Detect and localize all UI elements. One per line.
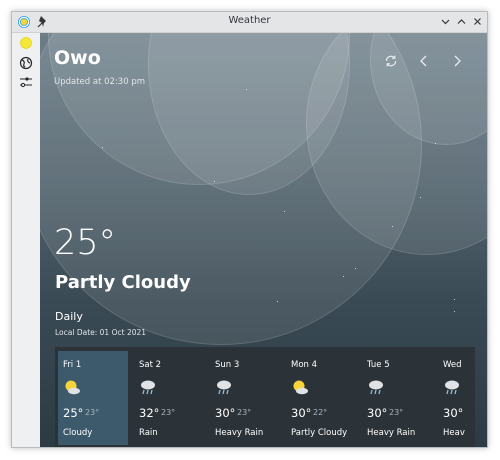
background-star <box>420 197 421 198</box>
day-description: Rain <box>139 428 158 438</box>
rain-cloud-icon <box>445 380 459 395</box>
background-star <box>284 211 285 212</box>
sidebar-forecast-sun-icon[interactable] <box>19 36 33 50</box>
background-star <box>435 143 436 144</box>
background-star <box>454 311 455 312</box>
day-description: Heav <box>443 428 465 438</box>
day-name: Sun 3 <box>215 360 240 370</box>
day-high-temp: 32° <box>139 406 160 420</box>
day-low-temp: 23° <box>237 408 252 417</box>
day-high-temp: 30° <box>291 406 312 420</box>
day-card[interactable]: Mon 4 30° 22° Partly Cloudy <box>286 351 356 445</box>
day-description: Partly Cloudy <box>291 428 348 438</box>
sidebar <box>12 33 41 447</box>
daily-section-label: Daily <box>55 310 83 323</box>
background-star <box>343 276 344 277</box>
close-button[interactable] <box>472 16 483 27</box>
background-star <box>277 301 278 302</box>
day-low-temp: 23° <box>85 408 100 417</box>
day-description: Cloudy <box>63 428 93 438</box>
refresh-button[interactable] <box>383 53 399 69</box>
current-condition: Partly Cloudy <box>55 272 191 293</box>
sidebar-locations-globe-icon[interactable] <box>19 56 33 70</box>
day-high-temp: 30° <box>443 406 464 420</box>
location-name: Owo <box>54 47 101 69</box>
day-description: Heavy Rain <box>367 428 416 438</box>
sun-cloud-icon <box>65 380 80 395</box>
daily-forecast-list[interactable]: Fri 1 25° 23° Cloudy Sat 2 32° 23° Rain … <box>55 347 475 447</box>
day-card[interactable]: Tue 5 30° 23° Heavy Rain <box>362 351 432 445</box>
day-name: Sat 2 <box>139 360 162 370</box>
rain-cloud-icon <box>369 380 383 395</box>
day-card[interactable]: Sun 3 30° 23° Heavy Rain <box>210 351 280 445</box>
background-star <box>214 181 215 182</box>
weather-page: Owo Updated at 02:30 pm 25° Partly Cloud… <box>40 33 487 447</box>
day-card[interactable]: Wed 30° Heav <box>438 351 475 445</box>
background-star <box>392 226 393 227</box>
day-high-temp: 30° <box>367 406 388 420</box>
maximize-button[interactable] <box>456 16 467 27</box>
background-star <box>355 268 356 269</box>
background-star <box>246 89 247 90</box>
day-low-temp: 23° <box>161 408 176 417</box>
sun-cloud-icon <box>293 380 308 395</box>
day-description: Heavy Rain <box>215 428 264 438</box>
day-card[interactable]: Sat 2 32° 23° Rain <box>134 351 204 445</box>
window-title: Weather <box>228 15 271 26</box>
day-card[interactable]: Fri 1 25° 23° Cloudy <box>58 351 128 445</box>
minimize-button[interactable] <box>440 16 451 27</box>
updated-time: Updated at 02:30 pm <box>54 77 145 87</box>
background-star <box>102 147 103 148</box>
day-name: Fri 1 <box>63 360 82 370</box>
day-low-temp: 22° <box>313 408 328 417</box>
background-star <box>454 299 455 300</box>
title-bar: Weather <box>12 12 487 33</box>
sidebar-settings-sliders-icon[interactable] <box>19 75 33 89</box>
rain-cloud-icon <box>141 380 155 395</box>
app-window: Weather Owo Updated at 02:30 pm 25° Part… <box>11 11 488 448</box>
day-name: Mon 4 <box>291 360 318 370</box>
current-temperature: 25° <box>54 223 117 263</box>
next-location-button[interactable] <box>449 53 465 69</box>
day-low-temp: 23° <box>389 408 404 417</box>
day-high-temp: 30° <box>215 406 236 420</box>
local-date: Local Date: 01 Oct 2021 <box>55 328 147 337</box>
previous-location-button[interactable] <box>416 53 432 69</box>
day-name: Wed <box>443 360 462 370</box>
rain-cloud-icon <box>217 380 231 395</box>
day-high-temp: 25° <box>63 406 84 420</box>
day-name: Tue 5 <box>367 360 390 370</box>
